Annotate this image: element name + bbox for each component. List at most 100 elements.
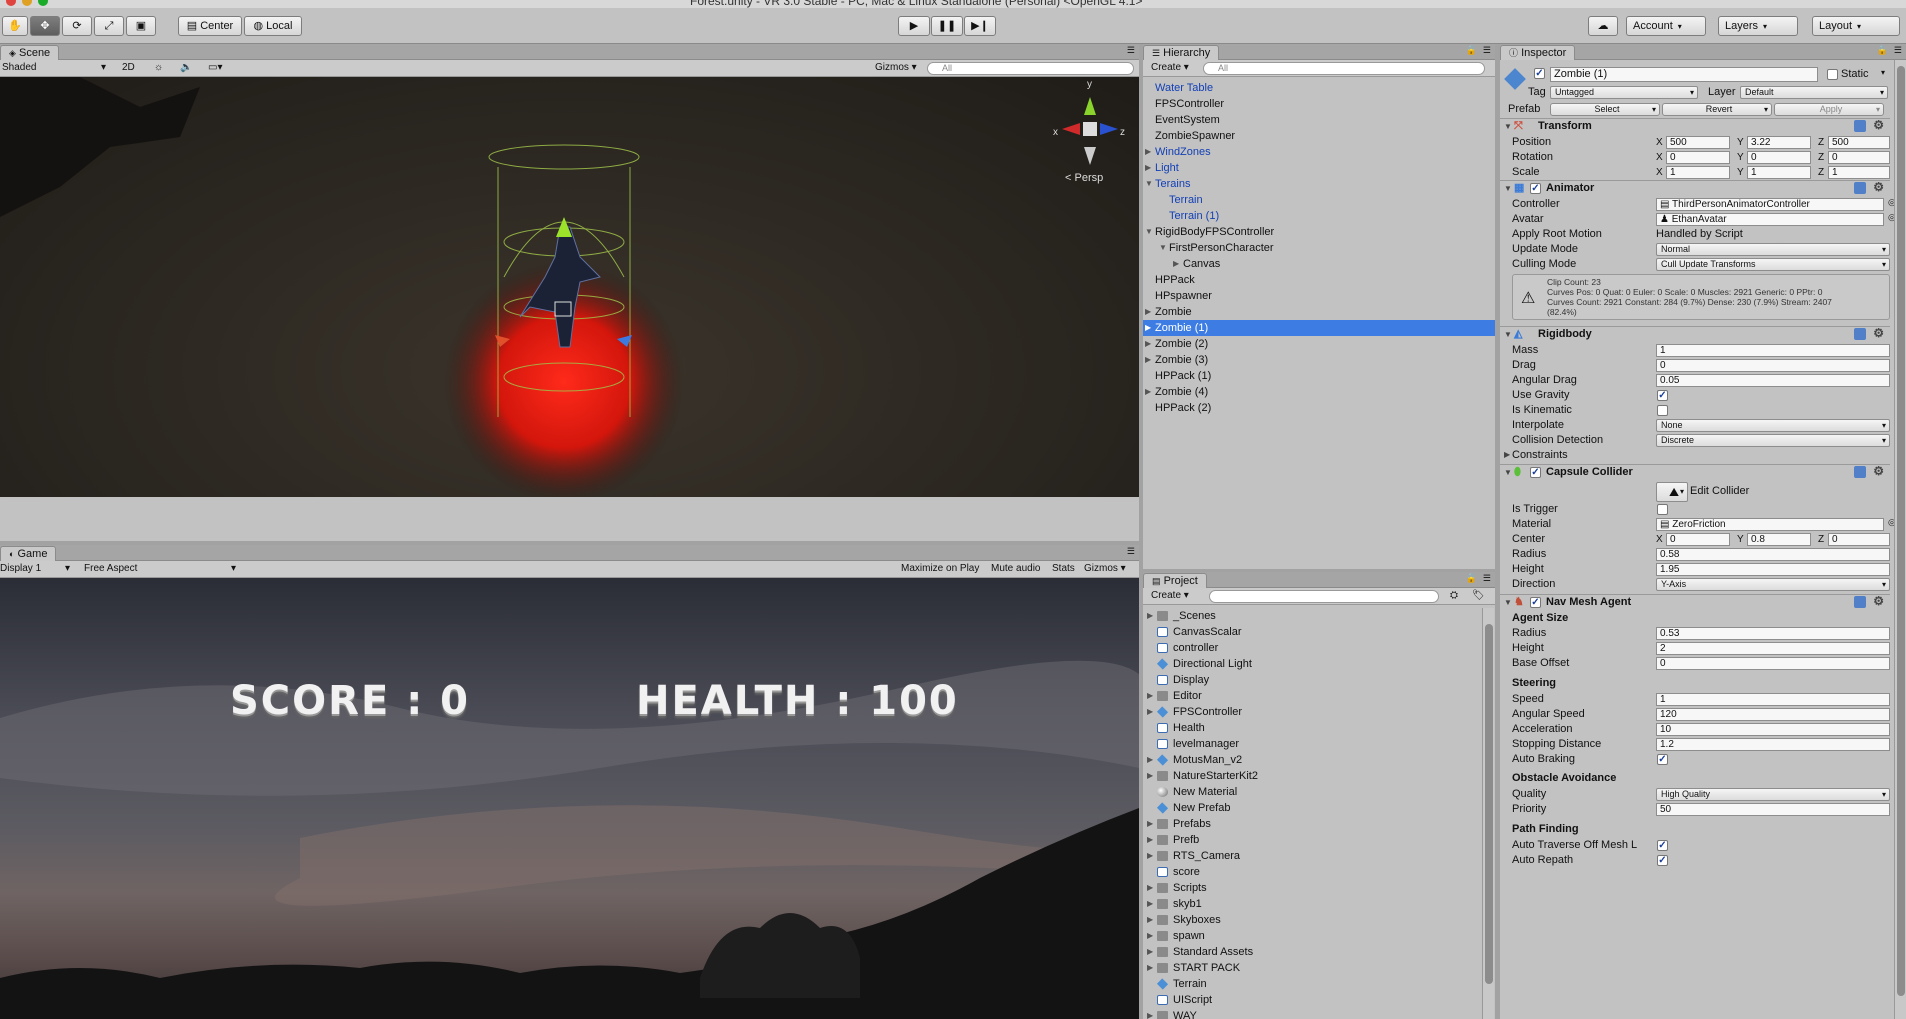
hierarchy-item[interactable]: ▼ RigidBodyFPSController — [1143, 224, 1495, 240]
fold-right-icon[interactable]: ▶ — [1147, 768, 1153, 784]
lock-icon[interactable]: 🔒 — [1877, 45, 1888, 56]
hierarchy-item[interactable]: HPPack — [1143, 272, 1495, 288]
hierarchy-create-dropdown[interactable]: Create ▾ — [1151, 62, 1189, 75]
layers-dropdown[interactable]: Layers ▾ — [1718, 16, 1798, 36]
gizmos-dropdown[interactable]: Gizmos ▾ — [875, 62, 917, 75]
scene-orientation-gizmo[interactable] — [1062, 97, 1118, 165]
navmesh-agent-header[interactable]: ▼ ♞ ✓ Nav Mesh Agent ⚙ — [1500, 594, 1890, 610]
active-checkbox[interactable]: ✓ — [1534, 68, 1545, 79]
quality-dropdown[interactable]: High Quality — [1656, 788, 1890, 801]
hierarchy-search-input[interactable]: All — [1203, 62, 1485, 75]
hierarchy-item[interactable]: ▶ Canvas — [1143, 256, 1495, 272]
gear-icon[interactable]: ⚙ — [1873, 464, 1884, 479]
project-scrollbar[interactable] — [1482, 608, 1494, 1019]
fold-right-icon[interactable]: ▶ — [1147, 1008, 1153, 1019]
gear-icon[interactable]: ⚙ — [1873, 326, 1884, 341]
project-asset-item[interactable]: ▶ WAY — [1143, 1008, 1479, 1019]
center-x-field[interactable]: 0 — [1666, 533, 1730, 546]
project-asset-item[interactable]: ▶ FPSController — [1143, 704, 1479, 720]
project-asset-item[interactable]: ▶ NatureStarterKit2 — [1143, 768, 1479, 784]
collision-detection-dropdown[interactable]: Discrete — [1656, 434, 1890, 447]
center-y-field[interactable]: 0.8 — [1747, 533, 1811, 546]
transform-x-field[interactable]: 1 — [1666, 166, 1730, 179]
rotate-tool-icon[interactable]: ⟳ — [62, 16, 92, 36]
auto-traverse-checkbox[interactable]: ✓ — [1657, 840, 1668, 851]
project-asset-item[interactable]: ▶ MotusMan_v2 — [1143, 752, 1479, 768]
project-asset-item[interactable]: ▶ Editor — [1143, 688, 1479, 704]
constraints-label[interactable]: Constraints — [1512, 448, 1568, 463]
inspector-scrollbar-thumb[interactable] — [1897, 66, 1905, 996]
scale-tool-icon[interactable]: ⤢ — [94, 16, 124, 36]
angular-drag-field[interactable]: 0.05 — [1656, 374, 1890, 387]
stats-toggle[interactable]: Stats — [1052, 563, 1075, 576]
pause-button[interactable]: ❚❚ — [931, 16, 963, 36]
stopping-distance-field[interactable]: 1.2 — [1656, 738, 1890, 751]
base-offset-field[interactable]: 0 — [1656, 657, 1890, 670]
hierarchy-item[interactable]: ▼ Terains — [1143, 176, 1495, 192]
project-asset-item[interactable]: ▶ _Scenes — [1143, 608, 1479, 624]
help-book-icon[interactable] — [1854, 596, 1866, 608]
project-asset-item[interactable]: ▶ START PACK — [1143, 960, 1479, 976]
zoom-window-icon[interactable] — [38, 0, 48, 6]
is-kinematic-checkbox[interactable] — [1657, 405, 1668, 416]
direction-dropdown[interactable]: Y-Axis — [1656, 578, 1890, 591]
center-z-field[interactable]: 0 — [1828, 533, 1890, 546]
hierarchy-item[interactable]: ▶ Zombie (3) — [1143, 352, 1495, 368]
scene-viewport[interactable]: y x z < Persp — [0, 77, 1139, 497]
project-asset-item[interactable]: controller — [1143, 640, 1479, 656]
hierarchy-item[interactable]: ▶ Light — [1143, 160, 1495, 176]
tab-inspector[interactable]: ⓘ Inspector — [1500, 45, 1576, 60]
pivot-center-button[interactable]: ▤ Center — [178, 16, 242, 36]
fold-right-icon[interactable]: ▶ — [1145, 304, 1151, 320]
hierarchy-item[interactable]: ▶ WindZones — [1143, 144, 1495, 160]
panel-menu-icon[interactable]: ☰ — [1483, 573, 1491, 584]
persp-label[interactable]: < Persp — [1065, 172, 1103, 184]
prefab-select-button[interactable]: Select — [1550, 103, 1660, 116]
fold-right-icon[interactable]: ▶ — [1147, 880, 1153, 896]
project-create-dropdown[interactable]: Create ▾ — [1151, 590, 1189, 603]
avatar-field[interactable]: ♟ EthanAvatar — [1656, 213, 1884, 226]
shading-dropdown[interactable]: Shaded ▾ — [2, 62, 108, 75]
fold-down-icon[interactable]: ▼ — [1145, 224, 1153, 240]
hierarchy-item[interactable]: ▶ Zombie — [1143, 304, 1495, 320]
fold-right-icon[interactable]: ▶ — [1147, 944, 1153, 960]
project-asset-item[interactable]: ▶ Prefabs — [1143, 816, 1479, 832]
transform-header[interactable]: ▼ ⤧ Transform ⚙ — [1500, 118, 1890, 134]
material-field[interactable]: ▤ ZeroFriction — [1656, 518, 1884, 531]
auto-repath-checkbox[interactable]: ✓ — [1657, 855, 1668, 866]
project-asset-item[interactable]: ▶ RTS_Camera — [1143, 848, 1479, 864]
project-search-input[interactable] — [1209, 590, 1439, 603]
project-asset-item[interactable]: Health — [1143, 720, 1479, 736]
capsule-radius-field[interactable]: 0.58 — [1656, 548, 1890, 561]
fold-right-icon[interactable]: ▶ — [1145, 336, 1151, 352]
object-name-field[interactable]: Zombie (1) — [1550, 67, 1818, 82]
filter-by-label-icon[interactable]: 🏷 — [1472, 590, 1485, 603]
fold-right-icon[interactable]: ▶ — [1145, 352, 1151, 368]
tab-project[interactable]: ▤ Project — [1143, 573, 1207, 588]
audio-toggle-icon[interactable]: 🔈 — [180, 62, 192, 75]
layer-dropdown[interactable]: Default — [1740, 86, 1888, 99]
effects-dropdown-icon[interactable]: ▭▾ — [208, 62, 222, 75]
fold-right-icon[interactable]: ▶ — [1147, 704, 1153, 720]
hierarchy-item[interactable]: Terrain — [1143, 192, 1495, 208]
fold-right-icon[interactable]: ▶ — [1147, 688, 1153, 704]
pivot-local-button[interactable]: ◍ Local — [244, 16, 302, 36]
tab-game[interactable]: ◐ Game — [0, 546, 57, 561]
display-dropdown[interactable]: Display 1 ▾ — [0, 563, 72, 576]
hierarchy-item[interactable]: FPSController — [1143, 96, 1495, 112]
project-asset-item[interactable]: New Material — [1143, 784, 1479, 800]
mode-2d-toggle[interactable]: 2D — [122, 62, 135, 75]
hierarchy-item[interactable]: ▶ Zombie (4) — [1143, 384, 1495, 400]
project-asset-item[interactable]: ▶ skyb1 — [1143, 896, 1479, 912]
fold-right-icon[interactable]: ▶ — [1145, 320, 1151, 336]
prefab-apply-button[interactable]: Apply — [1774, 103, 1884, 116]
scene-search-input[interactable]: All — [927, 62, 1134, 75]
lighting-toggle-icon[interactable]: ☼ — [154, 62, 163, 75]
agent-radius-field[interactable]: 0.53 — [1656, 627, 1890, 640]
fold-right-icon[interactable]: ▶ — [1147, 912, 1153, 928]
hierarchy-item[interactable]: HPPack (1) — [1143, 368, 1495, 384]
panel-menu-icon[interactable]: ☰ — [1127, 546, 1135, 557]
transform-z-field[interactable]: 0 — [1828, 151, 1890, 164]
hierarchy-item[interactable]: ▶ Zombie (1) — [1143, 320, 1495, 336]
hierarchy-item[interactable]: Water Table — [1143, 80, 1495, 96]
